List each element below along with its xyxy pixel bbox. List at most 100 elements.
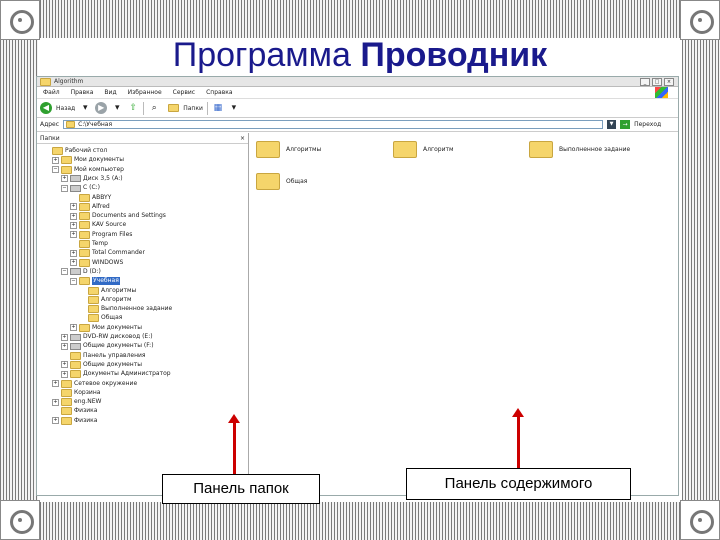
expand-icon[interactable]: + [52, 380, 59, 387]
maximize-button[interactable]: □ [652, 77, 662, 86]
expand-icon[interactable]: + [61, 370, 68, 378]
tree-item-label: Temp [92, 240, 108, 247]
expand-icon[interactable]: + [70, 249, 77, 257]
tree-item-label: WINDOWS [92, 258, 124, 266]
expand-icon[interactable]: + [70, 324, 77, 332]
folders-button-label[interactable]: Папки [183, 105, 203, 112]
folder-icon [40, 77, 51, 86]
tree-item-label: KAV Source [92, 221, 127, 229]
tree-item[interactable]: Корзина [52, 388, 100, 397]
tree-item[interactable]: + Program Files [70, 230, 132, 239]
tree-item[interactable]: − D (D:) [61, 268, 101, 276]
expand-icon[interactable]: + [61, 175, 68, 183]
dropdown-icon[interactable]: ▾ [111, 102, 123, 114]
content-item[interactable]: Алгоритм [393, 141, 454, 158]
tree-item[interactable]: Общая [79, 314, 122, 323]
tree-item-label: Алгоритмы [101, 286, 137, 294]
tree-item[interactable]: + DVD-RW дисковод (E:) [61, 333, 153, 341]
tree-item[interactable]: + Физика [52, 416, 98, 425]
tree-item-label: Физика [74, 416, 98, 424]
expand-icon[interactable]: + [52, 417, 59, 425]
toolbar: ◀ Назад ▾ ▶ ▾ ⇧ ⌕ Папки ▦ ▾ [37, 99, 678, 118]
go-button[interactable]: Переход [634, 121, 661, 128]
tree-item[interactable]: Алгоритм [79, 295, 132, 304]
slide-title: Программа Проводник [0, 36, 720, 75]
tree-item[interactable]: + Общие документы (F:) [61, 342, 154, 350]
views-icon[interactable]: ▦ [212, 102, 224, 114]
expand-icon[interactable]: + [70, 231, 77, 239]
expand-icon[interactable]: + [70, 212, 77, 220]
tree-item-label: Рабочий стол [65, 147, 108, 154]
expand-icon[interactable]: + [61, 333, 68, 341]
tree-item-label: Физика [74, 407, 98, 415]
tree-item[interactable]: + Общие документы [61, 360, 142, 369]
tree-item[interactable]: Панель управления [61, 351, 146, 360]
content-pane: Алгоритмы Алгоритм Выполненное задание О… [248, 133, 678, 495]
folder-icon [79, 240, 90, 248]
menu-item[interactable]: Вид [104, 89, 116, 96]
content-item[interactable]: Алгоритмы [256, 141, 321, 158]
menu-item[interactable]: Справка [206, 89, 232, 96]
expand-icon[interactable]: + [52, 398, 59, 406]
expand-icon[interactable]: + [70, 221, 77, 229]
go-arrow-icon[interactable]: → [620, 120, 631, 129]
search-icon[interactable]: ⌕ [148, 102, 160, 114]
dropdown-icon[interactable]: ▾ [79, 102, 91, 114]
close-icon[interactable]: × [240, 135, 245, 142]
tree-item[interactable]: Temp [70, 240, 108, 248]
tree-item[interactable]: + Alfred [70, 202, 110, 211]
tree-item[interactable]: + eng.NEW [52, 398, 102, 407]
tree-item[interactable]: + Мои документы [70, 323, 142, 332]
tree-item[interactable]: Физика [52, 407, 98, 416]
tree-item[interactable]: + Мои документы [52, 156, 124, 165]
tree-item[interactable]: Рабочий стол [43, 147, 107, 155]
tree-item-label: eng.NEW [74, 398, 102, 406]
up-folder-icon[interactable]: ⇧ [127, 102, 139, 114]
tree-item[interactable]: − Мой компьютер [52, 165, 124, 174]
folder-icon [88, 295, 99, 304]
tree-item-label: Панель управления [83, 351, 146, 359]
tree-item[interactable]: + Total Commander [70, 249, 145, 258]
tree-item[interactable]: Выполненное задание [79, 305, 172, 314]
tree-item[interactable]: Алгоритмы [79, 286, 137, 295]
tree-item[interactable]: − C (C:) [61, 184, 100, 192]
content-item[interactable]: Общая [256, 173, 307, 190]
collapse-icon[interactable]: − [61, 184, 68, 192]
tree-item[interactable]: + Документы Администратор [61, 370, 171, 379]
tree-item[interactable]: + KAV Source [70, 221, 127, 230]
expand-icon[interactable]: + [70, 259, 77, 267]
forward-arrow-icon[interactable]: ▶ [95, 102, 108, 114]
tree-item-label: Общие документы [83, 360, 142, 368]
tree-item[interactable]: + Диск 3,5 (A:) [61, 175, 123, 183]
menu-item[interactable]: Сервис [173, 89, 195, 96]
collapse-icon[interactable]: − [52, 166, 59, 174]
expand-icon[interactable]: + [52, 156, 59, 164]
tree-item[interactable]: − Учебная [70, 277, 120, 286]
expand-icon[interactable]: + [61, 361, 68, 369]
tree-item[interactable]: + WINDOWS [70, 258, 124, 267]
expand-icon[interactable]: + [61, 342, 68, 350]
expand-icon[interactable]: + [70, 203, 77, 211]
collapse-icon[interactable]: − [70, 277, 77, 285]
tree-item-label: Сетевое окружение [74, 379, 138, 387]
address-input[interactable]: C:\Учебная [63, 120, 604, 129]
minimize-button[interactable]: _ [640, 77, 650, 86]
menu-item[interactable]: Файл [43, 89, 60, 96]
dropdown-icon[interactable]: ▾ [228, 102, 240, 114]
back-arrow-icon[interactable]: ◀ [40, 102, 52, 114]
back-button-label[interactable]: Назад [56, 105, 75, 112]
tree-item[interactable]: + Documents and Settings [70, 212, 166, 221]
tree-item[interactable]: + Сетевое окружение [52, 379, 138, 388]
windows-logo-icon [655, 87, 668, 98]
chevron-down-icon[interactable]: ▼ [607, 120, 617, 129]
close-button[interactable]: × [664, 77, 674, 86]
folder-icon [79, 221, 90, 230]
folders-icon[interactable] [168, 104, 180, 112]
menu-item[interactable]: Избранное [128, 89, 162, 96]
collapse-icon[interactable]: − [61, 268, 68, 276]
menu-item[interactable]: Правка [71, 89, 94, 96]
folder-icon [70, 370, 81, 379]
tree-item[interactable]: ABBYY [70, 193, 111, 202]
folder-icon [79, 323, 90, 332]
content-item[interactable]: Выполненное задание [529, 141, 630, 158]
